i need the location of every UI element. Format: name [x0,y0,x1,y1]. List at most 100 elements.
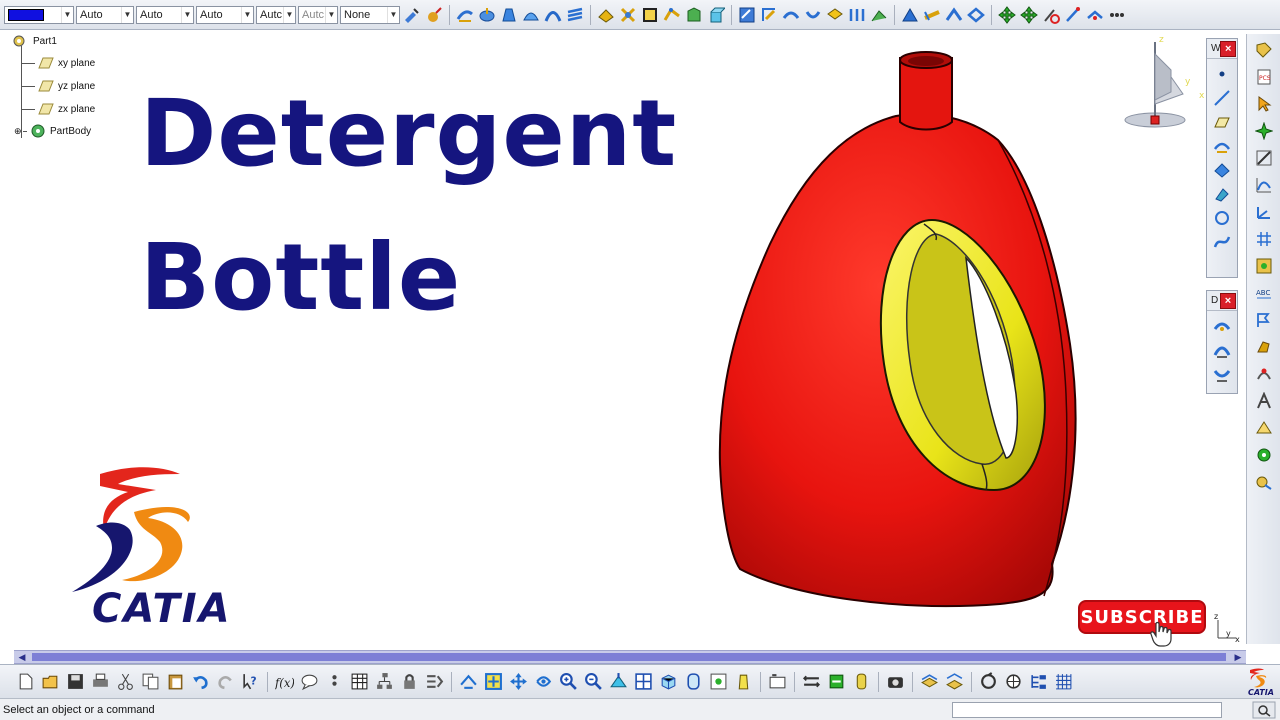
projection-icon[interactable] [1211,135,1233,156]
iso-view-icon[interactable] [657,671,680,693]
workbench-icon[interactable] [1252,38,1276,61]
undo-icon[interactable] [189,671,212,693]
save-icon[interactable] [64,671,87,693]
sketch-tracer-icon[interactable] [1252,416,1276,439]
rotate-view-icon[interactable] [532,671,555,693]
curve-analysis-icon[interactable] [1252,173,1276,196]
revolve-icon[interactable] [477,5,497,25]
feature-recognition-icon[interactable] [1252,443,1276,466]
extract-icon[interactable] [662,5,682,25]
wireframe-panel-header[interactable]: W × [1207,39,1237,59]
plane-tool-icon[interactable] [1211,111,1233,132]
horizontal-scrollbar[interactable]: ◀ ▶ [14,650,1246,664]
scroll-left-icon[interactable]: ◀ [16,652,28,663]
tree-item-yz-plane[interactable]: yz plane [21,79,95,93]
measure-tool-icon[interactable] [800,671,823,693]
variable-fillet-icon[interactable] [1211,363,1233,384]
translate-icon[interactable] [737,5,757,25]
network-icon[interactable] [1002,671,1025,693]
snap-icon[interactable] [1252,119,1276,142]
swap-visible-icon[interactable] [732,671,755,693]
sketcher-icon[interactable] [1252,146,1276,169]
points-icon[interactable] [1107,5,1127,25]
spline-icon[interactable] [1211,231,1233,252]
split-icon[interactable] [706,5,726,25]
healing-icon[interactable] [618,5,638,25]
cut-icon[interactable] [114,671,137,693]
material-icon[interactable] [850,671,873,693]
shape-fillet-icon[interactable] [1211,315,1233,336]
line-type-combo[interactable]: Auto ▼ [76,5,134,24]
normal-view-icon[interactable] [607,671,630,693]
flag-note-icon[interactable] [1252,308,1276,331]
rotate-icon[interactable] [759,5,779,25]
no-show-icon[interactable] [1041,5,1061,25]
scroll-right-icon[interactable]: ▶ [1232,652,1244,663]
command-input[interactable] [952,702,1222,718]
blend-icon[interactable] [543,5,563,25]
compass-icon[interactable]: z y x [1115,34,1210,134]
axis-system-icon[interactable] [1252,200,1276,223]
datum-icon[interactable] [1252,335,1276,358]
pan-icon[interactable] [1019,5,1039,25]
text-annotation-icon[interactable]: ABC [1252,281,1276,304]
line-icon[interactable] [1211,87,1233,108]
knowledge-icon[interactable] [1252,389,1276,412]
shape-design-icon[interactable] [1252,470,1276,493]
print-icon[interactable] [89,671,112,693]
zoom-out-icon[interactable] [582,671,605,693]
table-icon[interactable] [348,671,371,693]
line-thickness-combo[interactable]: Auto ▼ [136,5,194,24]
grid-display-icon[interactable] [1052,671,1075,693]
pcs-icon[interactable]: PCS [1252,65,1276,88]
trim-icon[interactable] [684,5,704,25]
fill-icon[interactable] [521,5,541,25]
scene-icon[interactable] [766,671,789,693]
sweep-icon[interactable] [455,5,475,25]
mass-properties-icon[interactable] [825,671,848,693]
close-icon[interactable]: × [1220,292,1236,309]
measure-between-icon[interactable] [922,5,942,25]
multi-view-icon[interactable] [632,671,655,693]
grid-icon[interactable] [1252,227,1276,250]
open-folder-icon[interactable] [39,671,62,693]
pan-view-icon[interactable] [507,671,530,693]
painter-icon[interactable] [402,5,422,25]
catalog-icon[interactable] [1252,254,1276,277]
multi-section-icon[interactable] [565,5,585,25]
lock-icon[interactable] [398,671,421,693]
symmetry-icon[interactable] [781,5,801,25]
loft-icon[interactable] [499,5,519,25]
tree-expand-icon[interactable] [1027,671,1050,693]
scaling-icon[interactable] [803,5,823,25]
filter-icon[interactable] [943,671,966,693]
render-style-combo[interactable]: None ▼ [340,5,400,24]
intersection-icon[interactable] [1211,159,1233,180]
redo-icon[interactable] [214,671,237,693]
hierarchy-icon[interactable] [373,671,396,693]
update-icon[interactable] [423,671,446,693]
layers-icon[interactable] [918,671,941,693]
fly-mode-icon[interactable] [457,671,480,693]
tree-item-partbody[interactable]: ⊕ PartBody [14,124,91,138]
paste-icon[interactable] [164,671,187,693]
tree-item-zx-plane[interactable]: zx plane [21,102,95,116]
boundary-icon[interactable] [640,5,660,25]
thread-icon[interactable] [1252,362,1276,385]
close-icon[interactable]: × [1220,40,1236,57]
axis-to-axis-icon[interactable] [847,5,867,25]
layer-a-combo[interactable]: Autc ▼ [256,5,296,24]
analysis-icon[interactable] [1063,5,1083,25]
formula-icon[interactable]: f(x) [273,671,296,693]
whats-this-icon[interactable]: ? [239,671,262,693]
zoom-in-icon[interactable] [557,671,580,693]
shading-icon[interactable] [682,671,705,693]
sketch-analysis-icon[interactable] [1085,5,1105,25]
circle-icon[interactable] [1211,207,1233,228]
dress-up-panel-header[interactable]: D × [1207,291,1237,311]
compass-move-icon[interactable] [997,5,1017,25]
comment-icon[interactable] [298,671,321,693]
offset-icon[interactable] [1211,183,1233,204]
color-combo[interactable]: ▼ [4,5,74,24]
apply-material-icon[interactable] [900,5,920,25]
